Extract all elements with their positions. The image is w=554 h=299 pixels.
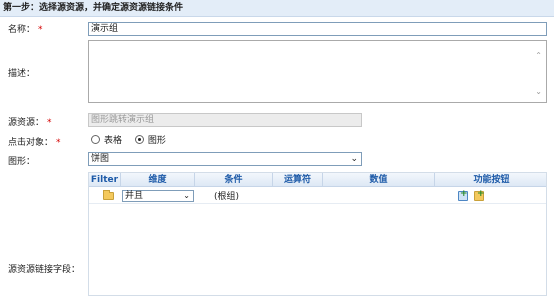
radio-table-label[interactable]: 表格 xyxy=(104,136,122,146)
required-mark: * xyxy=(38,25,43,35)
scroll-down-icon[interactable]: ⌄ xyxy=(535,87,542,96)
click-target-label: 点击对象： * xyxy=(8,138,61,148)
description-label: 描述： xyxy=(8,69,36,79)
chevron-down-icon: ⌄ xyxy=(350,154,358,164)
link-fields-grid: Filter 维度 条件 运算符 数值 功能按钮 并且 ⌄ (根组) xyxy=(88,172,547,296)
chevron-down-icon: ⌄ xyxy=(183,191,190,200)
col-value[interactable]: 数值 xyxy=(323,173,435,187)
radio-chart-label[interactable]: 图形 xyxy=(148,136,166,146)
col-condition[interactable]: 条件 xyxy=(195,173,273,187)
col-operator[interactable]: 运算符 xyxy=(273,173,323,187)
col-dimension[interactable]: 维度 xyxy=(121,173,195,187)
required-mark: * xyxy=(47,118,52,128)
col-filter[interactable]: Filter xyxy=(89,173,121,187)
chart-label: 图形： xyxy=(8,157,36,167)
name-label: 名称： * xyxy=(8,25,43,35)
table-row: 并且 ⌄ (根组) xyxy=(89,188,546,204)
root-group-label: (根组) xyxy=(214,192,240,202)
click-target-radio-group: 表格 图形 xyxy=(91,134,176,148)
source-label: 源资源： * xyxy=(8,118,52,128)
add-group-icon[interactable] xyxy=(474,189,485,201)
add-condition-icon[interactable] xyxy=(458,189,468,201)
folder-icon xyxy=(103,190,114,200)
name-input[interactable]: 演示组 xyxy=(88,22,547,36)
description-textarea[interactable]: ⌃ ⌄ xyxy=(88,40,547,103)
step-title: 第一步：选择源资源，并确定源资源链接条件 xyxy=(3,3,184,13)
radio-table[interactable] xyxy=(91,135,100,144)
step-header: 第一步：选择源资源，并确定源资源链接条件 xyxy=(0,0,554,17)
required-mark: * xyxy=(56,138,61,148)
scroll-up-icon[interactable]: ⌃ xyxy=(535,51,542,60)
col-actions[interactable]: 功能按钮 xyxy=(435,173,548,187)
source-input: 图形跳转演示组 xyxy=(88,113,362,127)
chart-select[interactable]: 饼图 ⌄ xyxy=(88,152,362,166)
radio-chart[interactable] xyxy=(134,135,144,144)
link-fields-label: 源资源链接字段： xyxy=(8,265,81,275)
logic-select[interactable]: 并且 ⌄ xyxy=(122,190,194,202)
grid-header: Filter 维度 条件 运算符 数值 功能按钮 xyxy=(89,173,546,187)
